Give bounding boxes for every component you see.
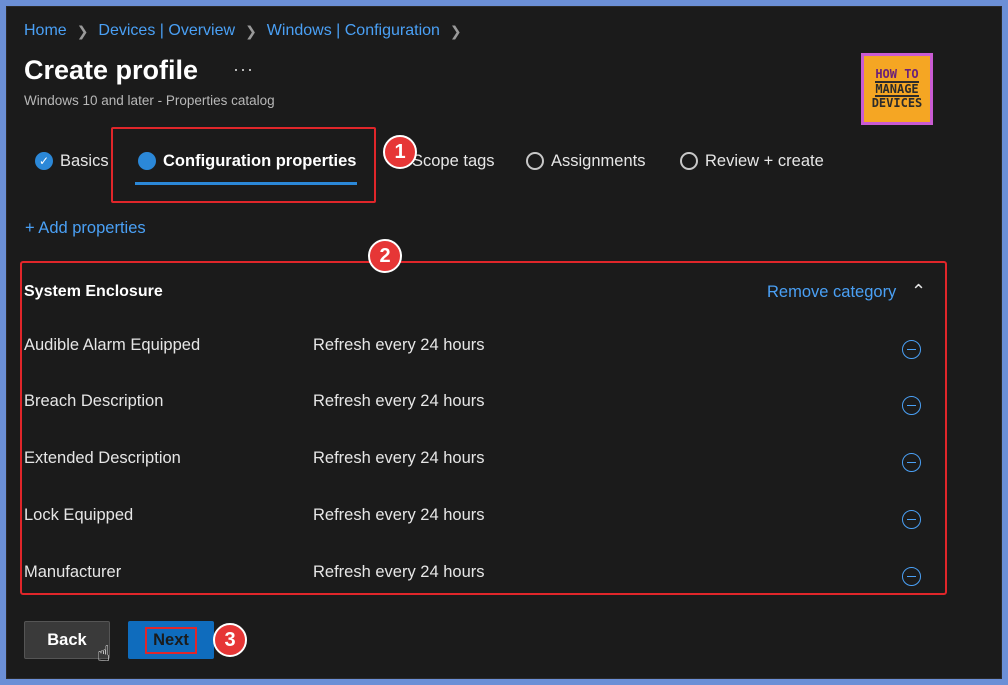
pending-step-icon — [680, 152, 698, 170]
property-row: Audible Alarm Equipped Refresh every 24 … — [24, 336, 924, 360]
remove-property-icon[interactable] — [902, 340, 921, 359]
tab-basics-label: Basics — [60, 151, 109, 170]
remove-property-icon[interactable] — [902, 510, 921, 529]
property-value: Refresh every 24 hours — [313, 506, 485, 524]
property-name: Manufacturer — [24, 563, 122, 581]
logo-line-3: DEVICES — [871, 96, 923, 111]
property-value: Refresh every 24 hours — [313, 392, 485, 410]
tab-scope-tags[interactable]: Scope tags — [412, 143, 495, 179]
property-row: Manufacturer Refresh every 24 hours — [24, 563, 924, 587]
next-button-label: Next — [145, 626, 197, 654]
chevron-right-icon: ❯ — [449, 22, 462, 39]
breadcrumb-devices-overview[interactable]: Devices | Overview — [98, 22, 235, 40]
category-title: System Enclosure — [24, 283, 163, 300]
next-button[interactable]: Next — [128, 621, 214, 659]
remove-property-icon[interactable] — [902, 396, 921, 415]
chevron-right-icon: ❯ — [245, 22, 257, 39]
checkmark-icon: ✓ — [35, 152, 53, 170]
breadcrumb-home[interactable]: Home — [24, 22, 67, 40]
chevron-up-icon[interactable]: ⌃ — [911, 281, 926, 302]
property-value: Refresh every 24 hours — [313, 336, 485, 354]
property-name: Breach Description — [24, 392, 164, 410]
pending-step-icon — [526, 152, 544, 170]
property-value: Refresh every 24 hours — [313, 449, 485, 467]
page-title: Create profile — [24, 55, 199, 85]
more-options-icon[interactable]: ··· — [233, 59, 254, 80]
property-name: Lock Equipped — [24, 506, 134, 524]
property-row: Breach Description Refresh every 24 hour… — [24, 392, 924, 416]
page-subtitle: Windows 10 and later - Properties catalo… — [24, 93, 275, 108]
annotation-box-2 — [20, 261, 947, 595]
annotation-box-1 — [111, 127, 376, 203]
property-row: Lock Equipped Refresh every 24 hours — [24, 506, 924, 530]
property-row: Extended Description Refresh every 24 ho… — [24, 449, 924, 473]
add-properties-link[interactable]: + Add properties — [25, 219, 146, 238]
tab-review-create-label: Review + create — [705, 151, 824, 170]
how-to-manage-devices-logo: HOW TO MANAGE DEVICES — [861, 53, 933, 125]
tab-review-create[interactable]: Review + create — [680, 143, 824, 179]
property-name: Audible Alarm Equipped — [24, 336, 201, 354]
logo-line-2: MANAGE — [875, 80, 919, 98]
tab-assignments[interactable]: Assignments — [526, 143, 645, 179]
chevron-right-icon: ❯ — [76, 22, 89, 39]
app-frame: Home ❯ Devices | Overview ❯ Windows | Co… — [6, 6, 1002, 679]
remove-property-icon[interactable] — [902, 567, 921, 586]
logo-line-1: HOW TO — [875, 67, 919, 82]
remove-property-icon[interactable] — [902, 453, 921, 472]
breadcrumb: Home ❯ Devices | Overview ❯ Windows | Co… — [24, 22, 472, 40]
breadcrumb-windows-configuration[interactable]: Windows | Configuration — [267, 22, 440, 40]
annotation-badge-1: 1 — [383, 135, 417, 169]
property-name: Extended Description — [24, 449, 181, 467]
property-value: Refresh every 24 hours — [313, 563, 485, 581]
tab-assignments-label: Assignments — [551, 151, 646, 170]
tab-basics[interactable]: ✓ Basics — [35, 143, 109, 179]
remove-category-link[interactable]: Remove category — [767, 283, 896, 302]
annotation-badge-3: 3 — [213, 623, 247, 657]
tab-scope-tags-label: Scope tags — [412, 151, 495, 170]
annotation-badge-2: 2 — [368, 239, 402, 273]
hand-cursor-icon: ☝ — [97, 641, 111, 666]
